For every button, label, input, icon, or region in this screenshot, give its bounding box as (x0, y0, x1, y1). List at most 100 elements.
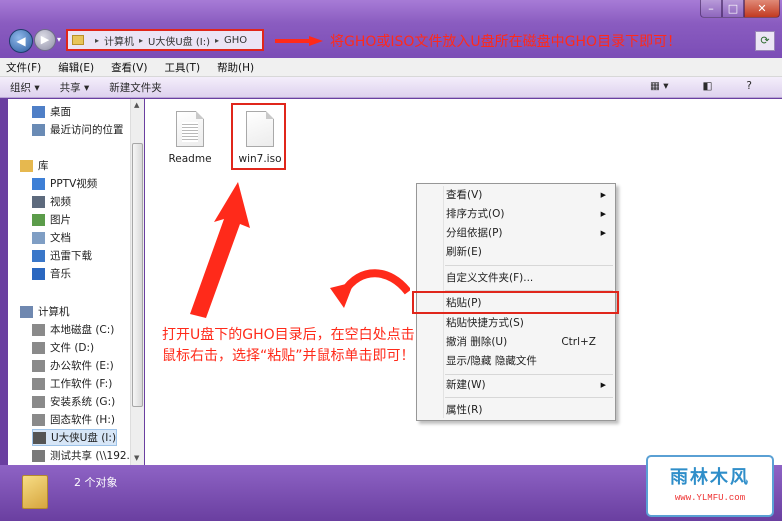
ctx-properties[interactable]: 属性(R) (446, 401, 614, 419)
red-arrow-up-icon (190, 182, 250, 318)
drive-icon (32, 359, 45, 372)
back-button[interactable]: ◀ (9, 29, 33, 53)
item-count: 2 个对象 (74, 476, 118, 489)
refresh-icon[interactable]: ⟳ (755, 31, 775, 51)
folder-icon (22, 475, 48, 509)
breadcrumb-separator[interactable]: ▸ (95, 36, 99, 45)
watermark-url: www.YLMFU.com (674, 493, 746, 503)
sidebar-item[interactable]: 音乐 (32, 265, 71, 282)
sidebar-item[interactable]: 最近访问的位置 (32, 121, 124, 138)
libraries-icon (20, 159, 33, 172)
preview-pane-icon[interactable]: ◧ (703, 80, 713, 92)
sidebar-item-label: 工作软件 (F:) (50, 378, 113, 390)
breadcrumb-separator[interactable]: ▸ (139, 36, 143, 45)
breadcrumb-computer[interactable]: 计算机 (104, 33, 134, 48)
network-drive-icon (32, 449, 45, 462)
sidebar-item-label: U大侠U盘 (I:) (51, 432, 117, 444)
drive-icon (32, 413, 45, 426)
drive-icon (32, 395, 45, 408)
submenu-arrow-icon: ▶ (600, 381, 606, 389)
ctx-paste-shortcut[interactable]: 粘贴快捷方式(S) (446, 314, 614, 332)
sidebar-item[interactable]: 测试共享 (\\192.1 (32, 447, 137, 464)
sidebar-item[interactable]: 计算机 (20, 303, 70, 320)
breadcrumb-gho[interactable]: GHO (224, 35, 247, 46)
share-button[interactable]: 共享 ▾ (60, 80, 90, 95)
ctx-group[interactable]: 分组依据(P) ▶ (446, 224, 614, 242)
thunder-download-icon (32, 249, 45, 262)
forward-button[interactable]: ▶ (34, 29, 56, 51)
sidebar-item[interactable]: PPTV视频 (32, 175, 97, 192)
menu-separator (445, 265, 613, 266)
new-folder-button[interactable]: 新建文件夹 (109, 80, 162, 95)
sidebar-item[interactable]: U大侠U盘 (I:) (32, 429, 118, 446)
sidebar-item-label: 图片 (50, 214, 71, 226)
usb-drive-icon (33, 431, 46, 444)
file-item-readme[interactable]: Readme (163, 111, 217, 165)
organize-button[interactable]: 组织 ▾ (10, 80, 40, 95)
help-icon[interactable]: ? (746, 80, 752, 92)
sidebar-item[interactable]: 库 (20, 157, 49, 174)
menu-item-label: 分组依据(P) (446, 227, 503, 239)
menu-item-label: 粘贴快捷方式(S) (446, 317, 524, 329)
menu-tools[interactable]: 工具(T) (164, 60, 200, 75)
sidebar-item-label: 固态软件 (H:) (50, 414, 115, 426)
scroll-down-icon[interactable]: ▼ (134, 454, 139, 462)
ctx-undo[interactable]: 撤消 删除(U) Ctrl+Z (446, 333, 614, 351)
sidebar-item[interactable]: 迅雷下载 (32, 247, 92, 264)
sidebar-item-label: 本地磁盘 (C:) (50, 324, 115, 336)
scroll-up-icon[interactable]: ▲ (134, 101, 139, 109)
address-bar[interactable]: ▸ 计算机 ▸ U大侠U盘 (I:) ▸ GHO (66, 29, 264, 51)
text-document-icon (176, 111, 204, 147)
menu-edit[interactable]: 编辑(E) (58, 60, 94, 75)
ctx-new[interactable]: 新建(W) ▶ (446, 376, 614, 394)
navigation-pane: 桌面最近访问的位置库 PPTV视频视频图片文档 迅雷下载 音乐计算机本地磁盘 (C:)… (8, 99, 144, 465)
sidebar-item-label: 办公软件 (E:) (50, 360, 114, 372)
ctx-show-hidden[interactable]: 显示/隐藏 隐藏文件 (446, 352, 614, 370)
menu-separator (445, 397, 613, 398)
submenu-arrow-icon: ▶ (600, 229, 606, 237)
sidebar-item[interactable]: 本地磁盘 (C:) (32, 321, 114, 338)
breadcrumb-usb-drive[interactable]: U大侠U盘 (I:) (148, 33, 210, 48)
view-options-icon[interactable]: ▦ ▾ (650, 80, 669, 92)
menu-view[interactable]: 查看(V) (111, 60, 147, 75)
red-arrow-right-icon (275, 36, 323, 46)
command-bar: 组织 ▾ 共享 ▾ 新建文件夹 ▦ ▾ ◧ ? (0, 77, 782, 98)
pictures-icon (32, 213, 45, 226)
sidebar-item-label: 计算机 (38, 306, 70, 318)
sidebar-item[interactable]: 固态软件 (H:) (32, 411, 115, 428)
sidebar-item-label: 测试共享 (\\192.1 (50, 450, 137, 462)
folder-icon (72, 35, 84, 45)
sidebar-item[interactable]: 工作软件 (F:) (32, 375, 112, 392)
breadcrumb-separator[interactable]: ▸ (215, 36, 219, 45)
ctx-view[interactable]: 查看(V) ▶ (446, 186, 614, 204)
submenu-arrow-icon: ▶ (600, 210, 606, 218)
sidebar-item[interactable]: 视频 (32, 193, 71, 210)
close-button[interactable]: ✕ (744, 0, 780, 18)
sidebar-item-label: 视频 (50, 196, 71, 208)
computer-icon (20, 305, 33, 318)
drive-icon (32, 341, 45, 354)
sidebar-item[interactable]: 安装系统 (G:) (32, 393, 115, 410)
sidebar-item[interactable]: 文档 (32, 229, 71, 246)
sidebar-item[interactable]: 桌面 (32, 103, 71, 120)
ctx-customize[interactable]: 自定义文件夹(F)... (446, 269, 614, 287)
sidebar-item-label: 最近访问的位置 (50, 124, 124, 136)
maximize-button[interactable]: □ (722, 0, 744, 18)
menu-item-label: 查看(V) (446, 189, 483, 201)
sidebar-item-label: 文件 (D:) (50, 342, 95, 354)
minimize-button[interactable]: – (700, 0, 722, 18)
videos-icon (32, 195, 45, 208)
menu-help[interactable]: 帮助(H) (217, 60, 254, 75)
sidebar-scrollbar[interactable]: ▲ ▼ (130, 99, 144, 465)
sidebar-item-label: 库 (38, 160, 49, 172)
ctx-sort[interactable]: 排序方式(O) ▶ (446, 205, 614, 223)
sidebar-item[interactable]: 文件 (D:) (32, 339, 94, 356)
menu-file[interactable]: 文件(F) (6, 60, 41, 75)
ctx-refresh[interactable]: 刷新(E) (446, 243, 614, 261)
menu-item-label: 排序方式(O) (446, 208, 505, 220)
scrollbar-thumb[interactable] (132, 143, 143, 407)
recent-pages-dropdown-icon[interactable]: ▾ (57, 35, 61, 44)
watermark-logo: 雨林木风 www.YLMFU.com (646, 455, 774, 517)
sidebar-item[interactable]: 图片 (32, 211, 71, 228)
sidebar-item[interactable]: 办公软件 (E:) (32, 357, 114, 374)
